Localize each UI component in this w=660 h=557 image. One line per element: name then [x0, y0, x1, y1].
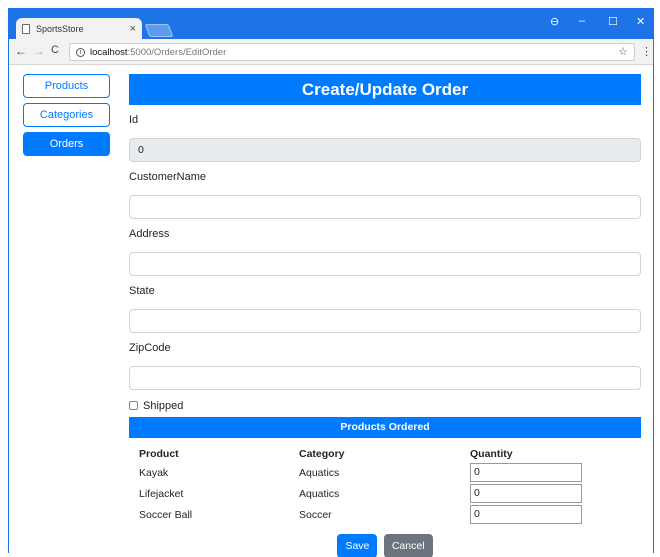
- quantity-input[interactable]: 0: [470, 505, 582, 524]
- tab-title: SportsStore: [36, 23, 84, 34]
- products-table: Product Category Quantity Kayak Aquatics…: [129, 445, 641, 525]
- address-bar[interactable]: i localhost:5000/Orders/EditOrder ☆: [69, 43, 635, 61]
- quantity-cell: 0: [470, 463, 641, 482]
- table-row: Kayak Aquatics 0: [129, 462, 641, 483]
- state-label: State: [129, 285, 155, 297]
- product-name: Kayak: [139, 466, 169, 479]
- table-row: Lifejacket Aquatics 0: [129, 483, 641, 504]
- zip-code-field[interactable]: [129, 366, 641, 390]
- product-name: Lifejacket: [139, 487, 184, 500]
- bookmark-star-icon[interactable]: ☆: [618, 45, 628, 58]
- shipped-row: Shipped: [129, 399, 641, 412]
- table-row: Soccer Ball Soccer 0: [129, 504, 641, 525]
- url-path: :5000/Orders/EditOrder: [127, 46, 227, 58]
- product-category: Aquatics: [299, 466, 340, 479]
- address-label: Address: [129, 228, 170, 240]
- product-category: Aquatics: [299, 487, 340, 500]
- tab-close-icon[interactable]: ×: [130, 23, 136, 35]
- table-header-row: Product Category Quantity: [129, 445, 641, 462]
- browser-toolbar: ← → C i localhost:5000/Orders/EditOrder …: [9, 39, 653, 65]
- column-header-quantity: Quantity: [470, 447, 513, 460]
- title-bar: SportsStore × ⊖ – ☐ ✕: [9, 9, 653, 39]
- url-host: localhost: [90, 46, 128, 58]
- sidebar-item-products[interactable]: Products: [23, 74, 110, 98]
- quantity-input[interactable]: 0: [470, 484, 582, 503]
- shipped-label: Shipped: [143, 399, 184, 412]
- back-arrow-icon[interactable]: ←: [15, 44, 27, 58]
- page-title: Create/Update Order: [129, 74, 641, 105]
- sidebar-item-categories[interactable]: Categories: [23, 103, 110, 127]
- browser-menu-icon[interactable]: ⋮: [641, 45, 652, 58]
- maximize-button[interactable]: ☐: [608, 15, 618, 28]
- column-header-category: Category: [299, 447, 345, 460]
- browser-window: SportsStore × ⊖ – ☐ ✕ ← → C i localhost:…: [8, 8, 654, 557]
- new-tab-button[interactable]: [144, 24, 174, 37]
- browser-tab[interactable]: SportsStore ×: [16, 18, 142, 39]
- quantity-cell: 0: [470, 484, 641, 503]
- state-field[interactable]: [129, 309, 641, 333]
- forward-arrow-icon[interactable]: →: [33, 44, 45, 58]
- customer-name-label: CustomerName: [129, 171, 207, 183]
- page-content: Products Categories Orders Create/Update…: [9, 65, 653, 557]
- column-header-product: Product: [139, 447, 179, 460]
- form-actions: Save Cancel: [129, 534, 641, 557]
- reload-icon[interactable]: C: [51, 44, 59, 56]
- minimize-button[interactable]: –: [579, 15, 585, 27]
- sidebar: Products Categories Orders: [23, 74, 111, 161]
- document-icon: [22, 23, 30, 34]
- products-ordered-header: Products Ordered: [129, 417, 641, 438]
- close-window-button[interactable]: ✕: [636, 15, 645, 28]
- customer-name-field[interactable]: [129, 195, 641, 219]
- quantity-cell: 0: [470, 505, 641, 524]
- quantity-input[interactable]: 0: [470, 463, 582, 482]
- cancel-button[interactable]: Cancel: [383, 534, 433, 557]
- order-form: Create/Update Order Id 0 CustomerName Ad…: [129, 74, 641, 557]
- info-icon[interactable]: i: [76, 47, 85, 57]
- id-field: 0: [129, 138, 641, 162]
- zip-code-label: ZipCode: [129, 342, 171, 354]
- profile-icon[interactable]: ⊖: [550, 15, 559, 28]
- sidebar-item-orders[interactable]: Orders: [23, 132, 110, 156]
- address-field[interactable]: [129, 252, 641, 276]
- shipped-checkbox[interactable]: [129, 401, 138, 410]
- save-button[interactable]: Save: [337, 534, 378, 557]
- product-category: Soccer: [299, 508, 332, 521]
- id-label: Id: [129, 114, 139, 126]
- product-name: Soccer Ball: [139, 508, 193, 521]
